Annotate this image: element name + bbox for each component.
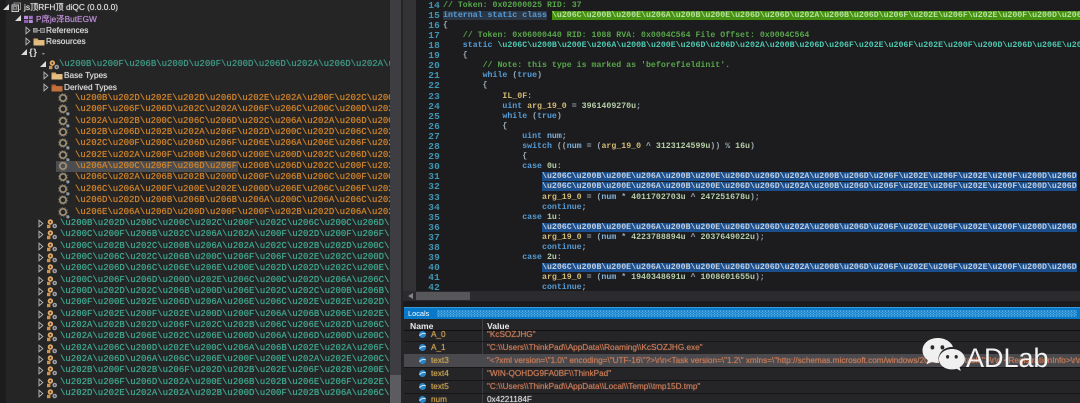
- svg-text:ADLab: ADLab: [966, 343, 1049, 373]
